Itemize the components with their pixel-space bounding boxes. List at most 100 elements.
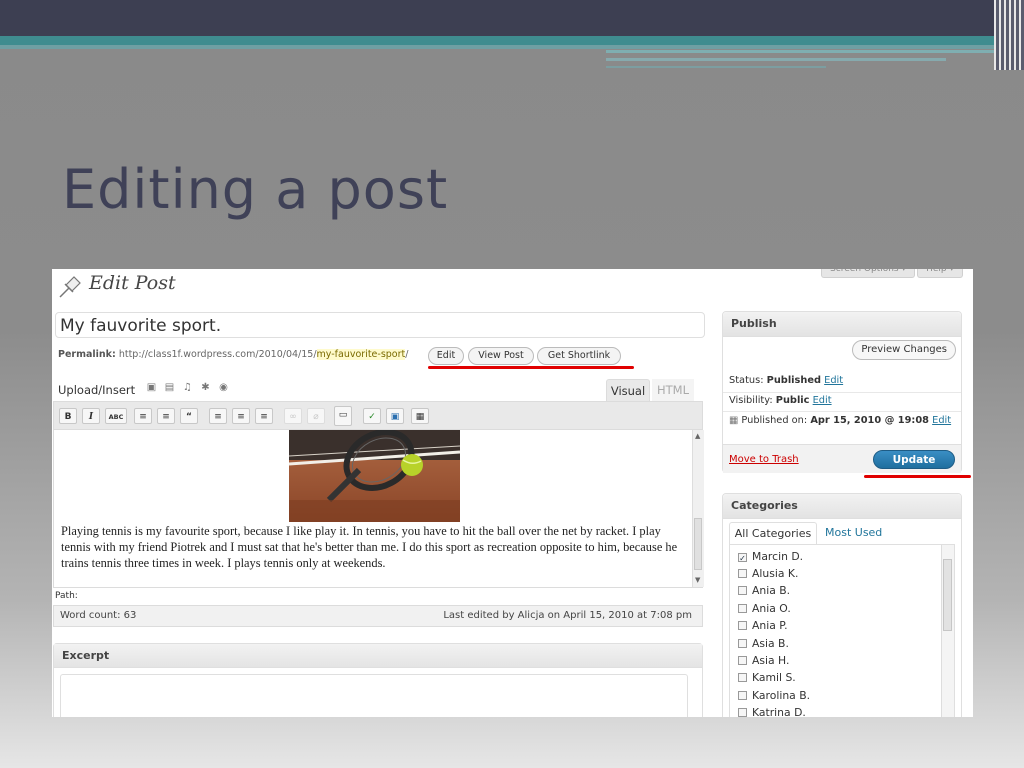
- category-item[interactable]: Ania O.: [738, 602, 791, 615]
- slide-title: Editing a post: [62, 158, 449, 221]
- slide-corner-lines: [994, 0, 1024, 70]
- preview-changes-button[interactable]: Preview Changes: [852, 340, 956, 360]
- highlight-underline: [428, 366, 634, 369]
- category-item[interactable]: ✓ Marcin D.: [738, 550, 803, 563]
- categories-box: Categories All Categories Most Used ✓ Mar…: [722, 493, 962, 717]
- post-content-editor[interactable]: Playing tennis is my favourite sport, be…: [53, 430, 704, 588]
- category-label: Kamil S.: [752, 671, 796, 684]
- tab-all-categories[interactable]: All Categories: [729, 522, 817, 544]
- calendar-icon: ▦: [729, 415, 739, 426]
- categories-scroll-thumb[interactable]: [943, 559, 952, 631]
- checkbox-icon[interactable]: [738, 708, 747, 717]
- checkbox-icon[interactable]: [738, 604, 747, 613]
- category-label: Asia H.: [752, 654, 790, 667]
- view-post-button[interactable]: View Post: [468, 347, 534, 365]
- checkbox-icon[interactable]: [738, 656, 747, 665]
- category-label: Karolina B.: [752, 689, 811, 702]
- category-item[interactable]: Karolina B.: [738, 689, 810, 702]
- numbered-list-button[interactable]: ≡: [157, 408, 175, 424]
- strikethrough-button[interactable]: ABC: [105, 408, 127, 424]
- status-edit-link[interactable]: Edit: [824, 375, 843, 386]
- slide-stripe: [0, 45, 1000, 49]
- editor-scrollbar[interactable]: ▲ ▼: [692, 430, 704, 587]
- checkbox-icon[interactable]: [738, 569, 747, 578]
- tab-visual[interactable]: Visual: [606, 379, 650, 402]
- tab-most-used[interactable]: Most Used: [825, 522, 895, 544]
- last-edited: Last edited by Alicja on April 15, 2010 …: [443, 610, 692, 621]
- checkbox-icon[interactable]: [738, 586, 747, 595]
- category-label: Marcin D.: [752, 550, 804, 563]
- align-center-button[interactable]: ≡: [232, 408, 250, 424]
- category-label: Katrina D.: [752, 706, 806, 717]
- update-button[interactable]: Update: [873, 450, 955, 469]
- media-icons: ▣ ▤ ♫ ✱ ◉: [146, 382, 229, 393]
- editor-status-bar: Word count: 63 Last edited by Alicja on …: [53, 605, 703, 627]
- excerpt-textarea[interactable]: [60, 674, 688, 717]
- permalink-slug[interactable]: my-fauvorite-sport: [316, 349, 406, 360]
- post-body-text[interactable]: Playing tennis is my favourite sport, be…: [61, 523, 691, 571]
- align-right-button[interactable]: ≡: [255, 408, 273, 424]
- category-label: Asia B.: [752, 637, 789, 650]
- checkbox-icon[interactable]: [738, 691, 747, 700]
- add-other-icon[interactable]: ◉: [218, 382, 229, 393]
- unlink-button[interactable]: ⌀: [307, 408, 325, 424]
- spellcheck-button[interactable]: ✓: [363, 408, 381, 424]
- path-bar: Path:: [55, 591, 78, 601]
- visibility-label: Visibility:: [729, 395, 773, 406]
- category-item[interactable]: Asia H.: [738, 654, 789, 667]
- permalink-base: http://class1f.wordpress.com/2010/04/15/: [118, 349, 317, 360]
- tab-html[interactable]: HTML: [652, 379, 694, 401]
- italic-button[interactable]: I: [82, 408, 100, 424]
- insert-more-button[interactable]: ▭: [334, 406, 352, 426]
- excerpt-heading[interactable]: Excerpt: [54, 644, 702, 668]
- blockquote-button[interactable]: “: [180, 408, 198, 424]
- add-media-icon[interactable]: ✱: [200, 382, 211, 393]
- permalink-edit-button[interactable]: Edit: [428, 347, 464, 365]
- page-heading: Edit Post: [89, 272, 176, 294]
- category-item[interactable]: Ania P.: [738, 619, 788, 632]
- category-item[interactable]: Kamil S.: [738, 671, 796, 684]
- help-tab[interactable]: Help ▾: [917, 269, 963, 278]
- align-left-button[interactable]: ≡: [209, 408, 227, 424]
- editor-toolbar: B I ABC ≡ ≡ “ ≡ ≡ ≡ ∞ ⌀ ▭ ✓ ▣ ▦: [53, 401, 703, 430]
- slide-stripe: [606, 50, 996, 53]
- publish-actions: Move to Trash Update: [723, 444, 961, 473]
- bullet-list-button[interactable]: ≡: [134, 408, 152, 424]
- fullscreen-button[interactable]: ▣: [386, 408, 404, 424]
- screen-options-tab[interactable]: Screen Options ▾: [821, 269, 915, 278]
- permalink-end: /: [405, 349, 409, 360]
- checkbox-checked-icon[interactable]: ✓: [738, 553, 747, 563]
- editor-scroll-thumb[interactable]: [694, 518, 702, 570]
- categories-heading[interactable]: Categories: [723, 494, 961, 519]
- category-item[interactable]: Ania B.: [738, 584, 790, 597]
- scroll-down-arrow-icon[interactable]: ▼: [695, 576, 700, 584]
- move-to-trash-link[interactable]: Move to Trash: [729, 454, 799, 465]
- get-shortlink-button[interactable]: Get Shortlink: [537, 347, 621, 365]
- category-item[interactable]: Alusia K.: [738, 567, 798, 580]
- insert-link-button[interactable]: ∞: [284, 408, 302, 424]
- published-edit-link[interactable]: Edit: [932, 415, 951, 426]
- category-label: Alusia K.: [752, 567, 799, 580]
- category-item[interactable]: Katrina D.: [738, 706, 806, 717]
- add-audio-icon[interactable]: ♫: [182, 382, 193, 393]
- categories-list: ✓ Marcin D. Alusia K. Ania B. Ania O. Ani…: [729, 544, 955, 717]
- checkbox-icon[interactable]: [738, 621, 747, 630]
- post-title-input[interactable]: My fauvorite sport.: [55, 312, 705, 338]
- add-video-icon[interactable]: ▤: [164, 382, 175, 393]
- add-image-icon[interactable]: ▣: [146, 382, 157, 393]
- tennis-photo: [289, 430, 460, 522]
- category-label: Ania O.: [752, 602, 791, 615]
- permalink-label: Permalink:: [58, 349, 116, 360]
- publish-heading[interactable]: Publish: [723, 312, 961, 337]
- kitchen-sink-button[interactable]: ▦: [411, 408, 429, 424]
- checkbox-icon[interactable]: [738, 673, 747, 682]
- visibility-edit-link[interactable]: Edit: [813, 395, 832, 406]
- checkbox-icon[interactable]: [738, 639, 747, 648]
- pushpin-icon: [59, 276, 81, 298]
- category-label: Ania P.: [752, 619, 788, 632]
- category-item[interactable]: Asia B.: [738, 637, 789, 650]
- bold-button[interactable]: B: [59, 408, 77, 424]
- divider: [723, 411, 961, 412]
- categories-scrollbar[interactable]: [941, 545, 954, 717]
- scroll-up-arrow-icon[interactable]: ▲: [695, 432, 700, 440]
